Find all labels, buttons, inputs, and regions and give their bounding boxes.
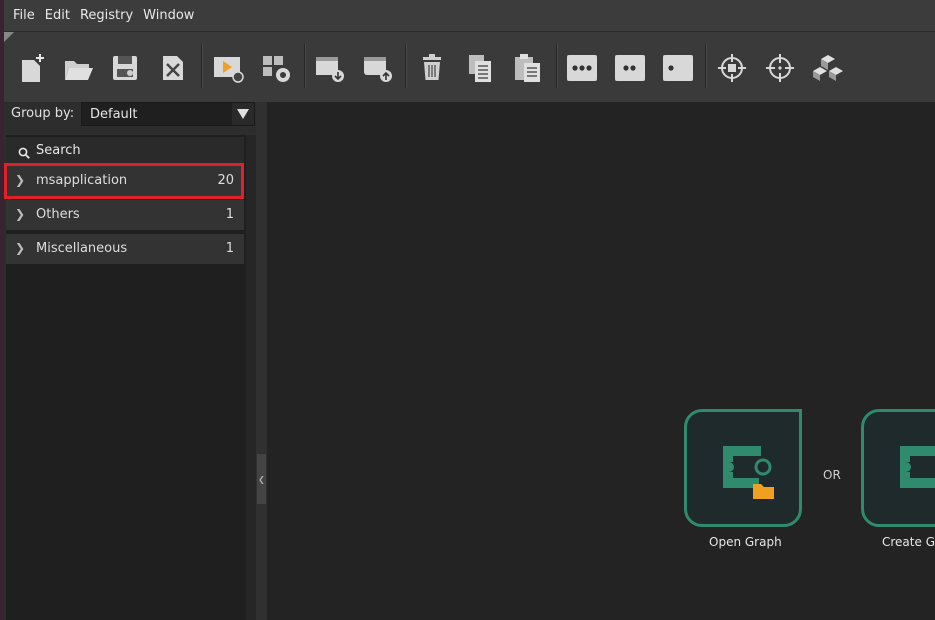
tree-item-label: Others — [36, 207, 80, 222]
paste-icon — [515, 54, 540, 82]
toolbar-separator — [556, 44, 558, 88]
search-icon — [18, 144, 30, 163]
target-button[interactable] — [712, 46, 752, 90]
graph-create-icon — [900, 446, 935, 488]
cubes-icon — [813, 55, 843, 81]
copy-button[interactable] — [460, 46, 500, 90]
open-folder-icon — [65, 61, 93, 80]
upload-icon — [364, 57, 392, 82]
dots-three-icon — [567, 55, 597, 81]
menu-bar: File Edit Registry Window — [4, 0, 935, 31]
download-icon — [316, 57, 344, 82]
chevron-right-icon[interactable]: ❯ — [15, 241, 25, 255]
close-file-icon — [163, 56, 183, 80]
save-button[interactable] — [105, 46, 145, 90]
tree-item-label: Miscellaneous — [36, 241, 128, 256]
create-graph-label: Create Gr — [882, 535, 935, 549]
open-button[interactable] — [58, 46, 98, 90]
group-by-select[interactable]: Default — [81, 102, 255, 126]
expand-two-button[interactable] — [610, 46, 650, 90]
tree-item-msapplication[interactable]: ❯ msapplication 20 — [6, 166, 244, 196]
tree-item-miscellaneous[interactable]: ❯ Miscellaneous 1 — [6, 234, 244, 264]
expand-one-button[interactable] — [658, 46, 698, 90]
settings-icon — [263, 56, 290, 82]
crosshair-button[interactable] — [760, 46, 800, 90]
open-graph-button[interactable] — [684, 409, 802, 527]
dots-two-icon — [615, 55, 645, 81]
paste-button[interactable] — [508, 46, 548, 90]
create-graph-button[interactable] — [861, 409, 935, 527]
menu-edit[interactable]: Edit — [40, 8, 75, 23]
trash-icon — [423, 54, 441, 80]
panel-splitter[interactable]: ❮ — [256, 102, 267, 620]
search-label: Search — [36, 143, 81, 158]
toolbar — [4, 32, 935, 102]
delete-button[interactable] — [412, 46, 452, 90]
close-file-button[interactable] — [153, 46, 193, 90]
menu-window[interactable]: Window — [138, 8, 199, 23]
tree-item-count: 1 — [225, 207, 234, 222]
graph-open-icon — [723, 446, 774, 499]
settings-button[interactable] — [256, 46, 296, 90]
run-icon — [214, 57, 244, 83]
download-button[interactable] — [309, 46, 349, 90]
save-icon — [113, 56, 137, 80]
dot-one-icon — [663, 55, 693, 81]
chevron-down-icon[interactable] — [232, 103, 254, 125]
or-label: OR — [823, 468, 841, 482]
cubes-button[interactable] — [808, 46, 848, 90]
tree-item-count: 20 — [217, 173, 234, 188]
chevron-right-icon[interactable]: ❯ — [15, 207, 25, 221]
chevron-right-icon[interactable]: ❯ — [15, 173, 25, 187]
tree-scrollbar[interactable] — [246, 135, 256, 620]
registry-sidebar: Group by: Default Search ❯ msapplication… — [4, 102, 256, 620]
group-by-label: Group by: — [11, 106, 75, 121]
run-button[interactable] — [208, 46, 248, 90]
target-icon — [718, 54, 746, 82]
menu-registry[interactable]: Registry — [75, 8, 138, 23]
new-file-button[interactable] — [12, 46, 52, 90]
toolbar-separator — [201, 44, 203, 88]
collapse-handle[interactable]: ❮ — [257, 454, 266, 504]
copy-icon — [469, 55, 491, 82]
search-input[interactable]: Search — [6, 137, 244, 163]
group-by-value: Default — [90, 107, 138, 122]
tree-item-count: 1 — [225, 241, 234, 256]
graph-canvas[interactable]: Open Graph OR Create Gr — [267, 102, 935, 620]
toolbar-separator — [304, 44, 306, 88]
upload-button[interactable] — [357, 46, 397, 90]
toolbar-separator — [705, 44, 707, 88]
open-graph-label: Open Graph — [709, 535, 782, 549]
chevron-left-icon: ❮ — [258, 474, 265, 484]
expand-all-button[interactable] — [562, 46, 602, 90]
new-file-icon — [22, 54, 44, 82]
toolbar-grip — [4, 32, 14, 42]
toolbar-separator — [405, 44, 407, 88]
menu-file[interactable]: File — [4, 8, 40, 23]
node-tree: Search ❯ msapplication 20 ❯ Others 1 ❯ M… — [4, 135, 256, 620]
tree-item-others[interactable]: ❯ Others 1 — [6, 200, 244, 230]
crosshair-icon — [766, 54, 794, 82]
tree-item-label: msapplication — [36, 173, 128, 188]
